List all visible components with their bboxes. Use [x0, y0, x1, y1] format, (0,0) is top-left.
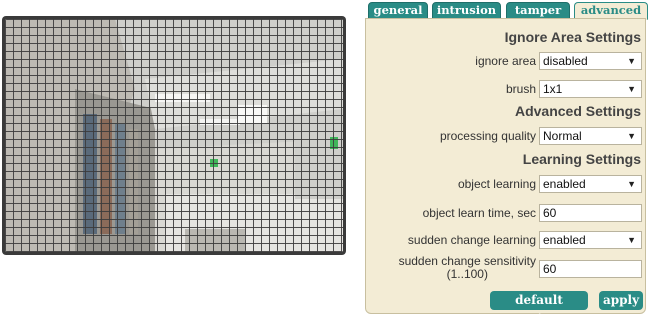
camera-preview[interactable] [5, 19, 343, 252]
object-learning-label: object learning [457, 177, 536, 191]
learning-settings-title: Learning Settings [522, 151, 641, 167]
processing-quality-label: processing quality [439, 129, 536, 143]
tab-intrusion[interactable]: intrusion [432, 2, 501, 19]
brush-value: 1x1 [543, 82, 563, 96]
sudden-change-sensitivity-label: sudden change sensitivity (1..100) [399, 255, 536, 281]
sudden-change-learning-value: enabled [543, 233, 586, 247]
object-learn-time-label: object learn time, sec [422, 206, 536, 220]
processing-quality-value: Normal [543, 129, 582, 143]
object-learning-select[interactable]: enabled ▼ [539, 175, 642, 193]
tab-tamper[interactable]: tamper [506, 2, 570, 19]
ignore-area-value: disabled [543, 54, 588, 68]
ignore-area-grid[interactable] [5, 19, 343, 252]
default-settings-button[interactable]: default settings [490, 291, 588, 326]
tab-general[interactable]: general [368, 2, 428, 19]
sudden-change-learning-select[interactable]: enabled ▼ [539, 231, 642, 249]
dropdown-arrow-icon: ▼ [627, 56, 636, 66]
brush-label: brush [505, 82, 536, 96]
ignore-area-settings-title: Ignore Area Settings [504, 29, 641, 45]
advanced-settings-title: Advanced Settings [514, 103, 641, 119]
object-learning-value: enabled [543, 177, 586, 191]
apply-button[interactable]: apply [599, 291, 643, 310]
ignore-area-label: ignore area [475, 54, 536, 68]
sudden-change-learning-label: sudden change learning [407, 233, 536, 247]
dropdown-arrow-icon: ▼ [627, 131, 636, 141]
object-learn-time-input[interactable]: 60 [539, 204, 642, 222]
dropdown-arrow-icon: ▼ [627, 235, 636, 245]
sudden-change-sensitivity-label-line2: (1..100) [446, 267, 488, 281]
advanced-settings-panel: Ignore Area Settings ignore area disable… [365, 18, 646, 326]
dropdown-arrow-icon: ▼ [627, 84, 636, 94]
sudden-change-sensitivity-input[interactable]: 60 [539, 260, 642, 278]
brush-select[interactable]: 1x1 ▼ [539, 80, 642, 98]
processing-quality-select[interactable]: Normal ▼ [539, 127, 642, 145]
camera-preview-frame [2, 16, 346, 255]
ignore-area-select[interactable]: disabled ▼ [539, 52, 642, 70]
dropdown-arrow-icon: ▼ [627, 179, 636, 189]
